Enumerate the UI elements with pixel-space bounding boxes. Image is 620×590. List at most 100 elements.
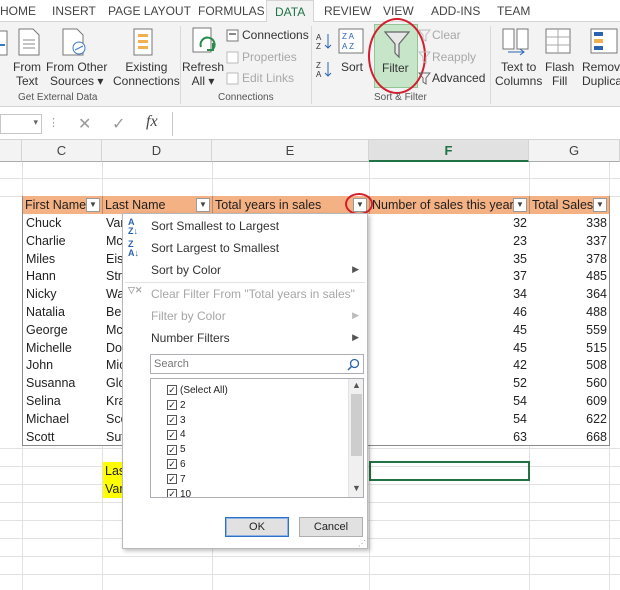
checkbox-checked-icon[interactable]: ✓ (167, 414, 177, 425)
sort-a-to-z-icon[interactable]: AZ (316, 32, 334, 53)
cell-total-sales[interactable]: 508 (530, 356, 610, 374)
sort-z-to-a-icon[interactable]: ZA (316, 60, 334, 81)
filter-checklist-item[interactable]: ✓ 3 (167, 414, 186, 428)
cell-total-sales[interactable]: 378 (530, 250, 610, 268)
cell-number-of-sales[interactable]: 54 (370, 392, 530, 410)
flash-fill-icon[interactable] (545, 28, 571, 59)
existing-connections-button[interactable]: Existing Connections (113, 60, 180, 88)
cell-first-name[interactable]: Michelle (23, 339, 103, 357)
confirm-entry-icon[interactable]: ✓ (112, 114, 125, 134)
sort-button[interactable]: Sort (341, 60, 363, 74)
cell-total-sales[interactable]: 485 (530, 267, 610, 285)
refresh-all-icon[interactable] (191, 27, 219, 60)
menu-clear-filter[interactable]: Clear Filter From "Total years in sales" (151, 287, 355, 301)
filter-dropdown-first-name[interactable]: ▼ (86, 198, 100, 212)
filter-dropdown-total-sales[interactable]: ▼ (593, 198, 607, 212)
tab-insert[interactable]: INSERT (52, 4, 96, 18)
cell-first-name[interactable]: Scott (23, 428, 103, 446)
cell-first-name[interactable]: John (23, 356, 103, 374)
menu-filter-by-color[interactable]: Filter by Color (151, 309, 226, 323)
tab-view[interactable]: VIEW (383, 4, 414, 18)
refresh-all-button[interactable]: Refresh All ▾ (182, 60, 224, 88)
tab-page-layout[interactable]: PAGE LAYOUT (108, 4, 191, 18)
cell-number-of-sales[interactable]: 42 (370, 356, 530, 374)
cell-total-sales[interactable]: 515 (530, 339, 610, 357)
checklist-scrollbar[interactable]: ▲ ▼ (348, 379, 363, 497)
chevron-down-icon[interactable]: ▾ (33, 117, 38, 128)
cell-total-sales[interactable]: 560 (530, 374, 610, 392)
cell-number-of-sales[interactable]: 35 (370, 250, 530, 268)
filter-checklist-item[interactable]: ✓ 6 (167, 458, 186, 472)
from-other-sources-icon[interactable] (62, 28, 88, 59)
filter-checklist-item[interactable]: ✓ 2 (167, 399, 186, 413)
filter-dropdown-last-name[interactable]: ▼ (196, 198, 210, 212)
cancel-entry-icon[interactable]: ✕ (78, 114, 91, 134)
filter-checklist-item[interactable]: ✓ 10 (167, 488, 191, 497)
cell-total-sales[interactable]: 488 (530, 303, 610, 321)
cell-first-name[interactable]: Susanna (23, 374, 103, 392)
cell-first-name[interactable]: Nicky (23, 285, 103, 303)
sort-dialog-icon[interactable]: Z AA Z (338, 28, 364, 57)
cell-total-sales[interactable]: 559 (530, 321, 610, 339)
flash-fill-button[interactable]: Flash Fill (545, 60, 574, 88)
remove-duplicates-button[interactable]: Remove Duplicat (582, 60, 620, 88)
checkbox-checked-icon[interactable]: ✓ (167, 459, 177, 470)
column-header-f[interactable]: F (369, 140, 529, 162)
connections-button[interactable]: Connections (242, 28, 309, 42)
filter-checklist-item[interactable]: ✓ (Select All) (167, 384, 228, 398)
cell-number-of-sales[interactable]: 46 (370, 303, 530, 321)
remove-duplicates-icon[interactable] (590, 28, 618, 59)
filter-value-list[interactable]: ✓ (Select All) ✓ 2 ✓ 3 ✓ 4 ✓ 5 ✓ 6 ✓ 7 ✓ 10 ▲ ▼ (150, 378, 364, 498)
checkbox-checked-icon[interactable]: ✓ (167, 429, 177, 440)
cell-number-of-sales[interactable]: 37 (370, 267, 530, 285)
from-text-icon[interactable] (18, 28, 40, 59)
cell-number-of-sales[interactable]: 45 (370, 339, 530, 357)
menu-sort-smallest-to-largest[interactable]: Sort Smallest to Largest (151, 219, 279, 233)
text-to-columns-icon[interactable] (502, 28, 530, 59)
name-box[interactable]: ▾ (0, 114, 42, 134)
cell-number-of-sales[interactable]: 54 (370, 410, 530, 428)
from-access-icon[interactable] (0, 30, 8, 59)
reapply-button[interactable]: Reapply (432, 50, 476, 64)
scroll-down-icon[interactable]: ▼ (352, 483, 361, 493)
checkbox-checked-icon[interactable]: ✓ (167, 400, 177, 411)
filter-dropdown-number-of-sales[interactable]: ▼ (513, 198, 527, 212)
tab-team[interactable]: TEAM (497, 4, 530, 18)
tab-home[interactable]: HOME (0, 4, 36, 18)
cell-number-of-sales[interactable]: 52 (370, 374, 530, 392)
existing-connections-icon[interactable] (131, 28, 157, 59)
cell-number-of-sales[interactable]: 32 (370, 214, 530, 232)
menu-sort-largest-to-smallest[interactable]: Sort Largest to Smallest (151, 241, 279, 255)
scrollbar-thumb[interactable] (351, 394, 362, 456)
cell-total-sales[interactable]: 337 (530, 232, 610, 250)
cell-number-of-sales[interactable]: 34 (370, 285, 530, 303)
tab-add-ins[interactable]: ADD-INS (431, 4, 480, 18)
cell-first-name[interactable]: George (23, 321, 103, 339)
filter-checklist-item[interactable]: ✓ 4 (167, 428, 186, 442)
cell-number-of-sales[interactable]: 23 (370, 232, 530, 250)
tab-review[interactable]: REVIEW (324, 4, 371, 18)
tab-data[interactable]: DATA (266, 0, 315, 23)
cell-first-name[interactable]: Hann (23, 267, 103, 285)
checkbox-checked-icon[interactable]: ✓ (167, 385, 177, 396)
table-header-number-of-sales[interactable]: Number of sales this year (370, 196, 530, 214)
ok-button[interactable]: OK (225, 517, 289, 537)
from-text-button[interactable]: From Text (13, 60, 41, 88)
cell-number-of-sales[interactable]: 63 (370, 428, 530, 446)
cell-number-of-sales[interactable]: 45 (370, 321, 530, 339)
checkbox-checked-icon[interactable]: ✓ (167, 444, 177, 455)
text-to-columns-button[interactable]: Text to Columns (495, 60, 542, 88)
edit-links-button[interactable]: Edit Links (242, 71, 294, 85)
active-cell[interactable] (369, 461, 530, 481)
cell-first-name[interactable]: Michael (23, 410, 103, 428)
tab-formulas[interactable]: FORMULAS (198, 4, 265, 18)
cell-total-sales[interactable]: 338 (530, 214, 610, 232)
menu-sort-by-color[interactable]: Sort by Color (151, 263, 221, 277)
cell-total-sales[interactable]: 622 (530, 410, 610, 428)
scroll-up-icon[interactable]: ▲ (352, 380, 361, 390)
resize-grip-icon[interactable]: ⋰ (358, 539, 366, 548)
formula-input[interactable] (172, 112, 620, 136)
menu-number-filters[interactable]: Number Filters (151, 331, 230, 345)
column-header-d[interactable]: D (102, 140, 212, 162)
cell-first-name[interactable]: Charlie (23, 232, 103, 250)
